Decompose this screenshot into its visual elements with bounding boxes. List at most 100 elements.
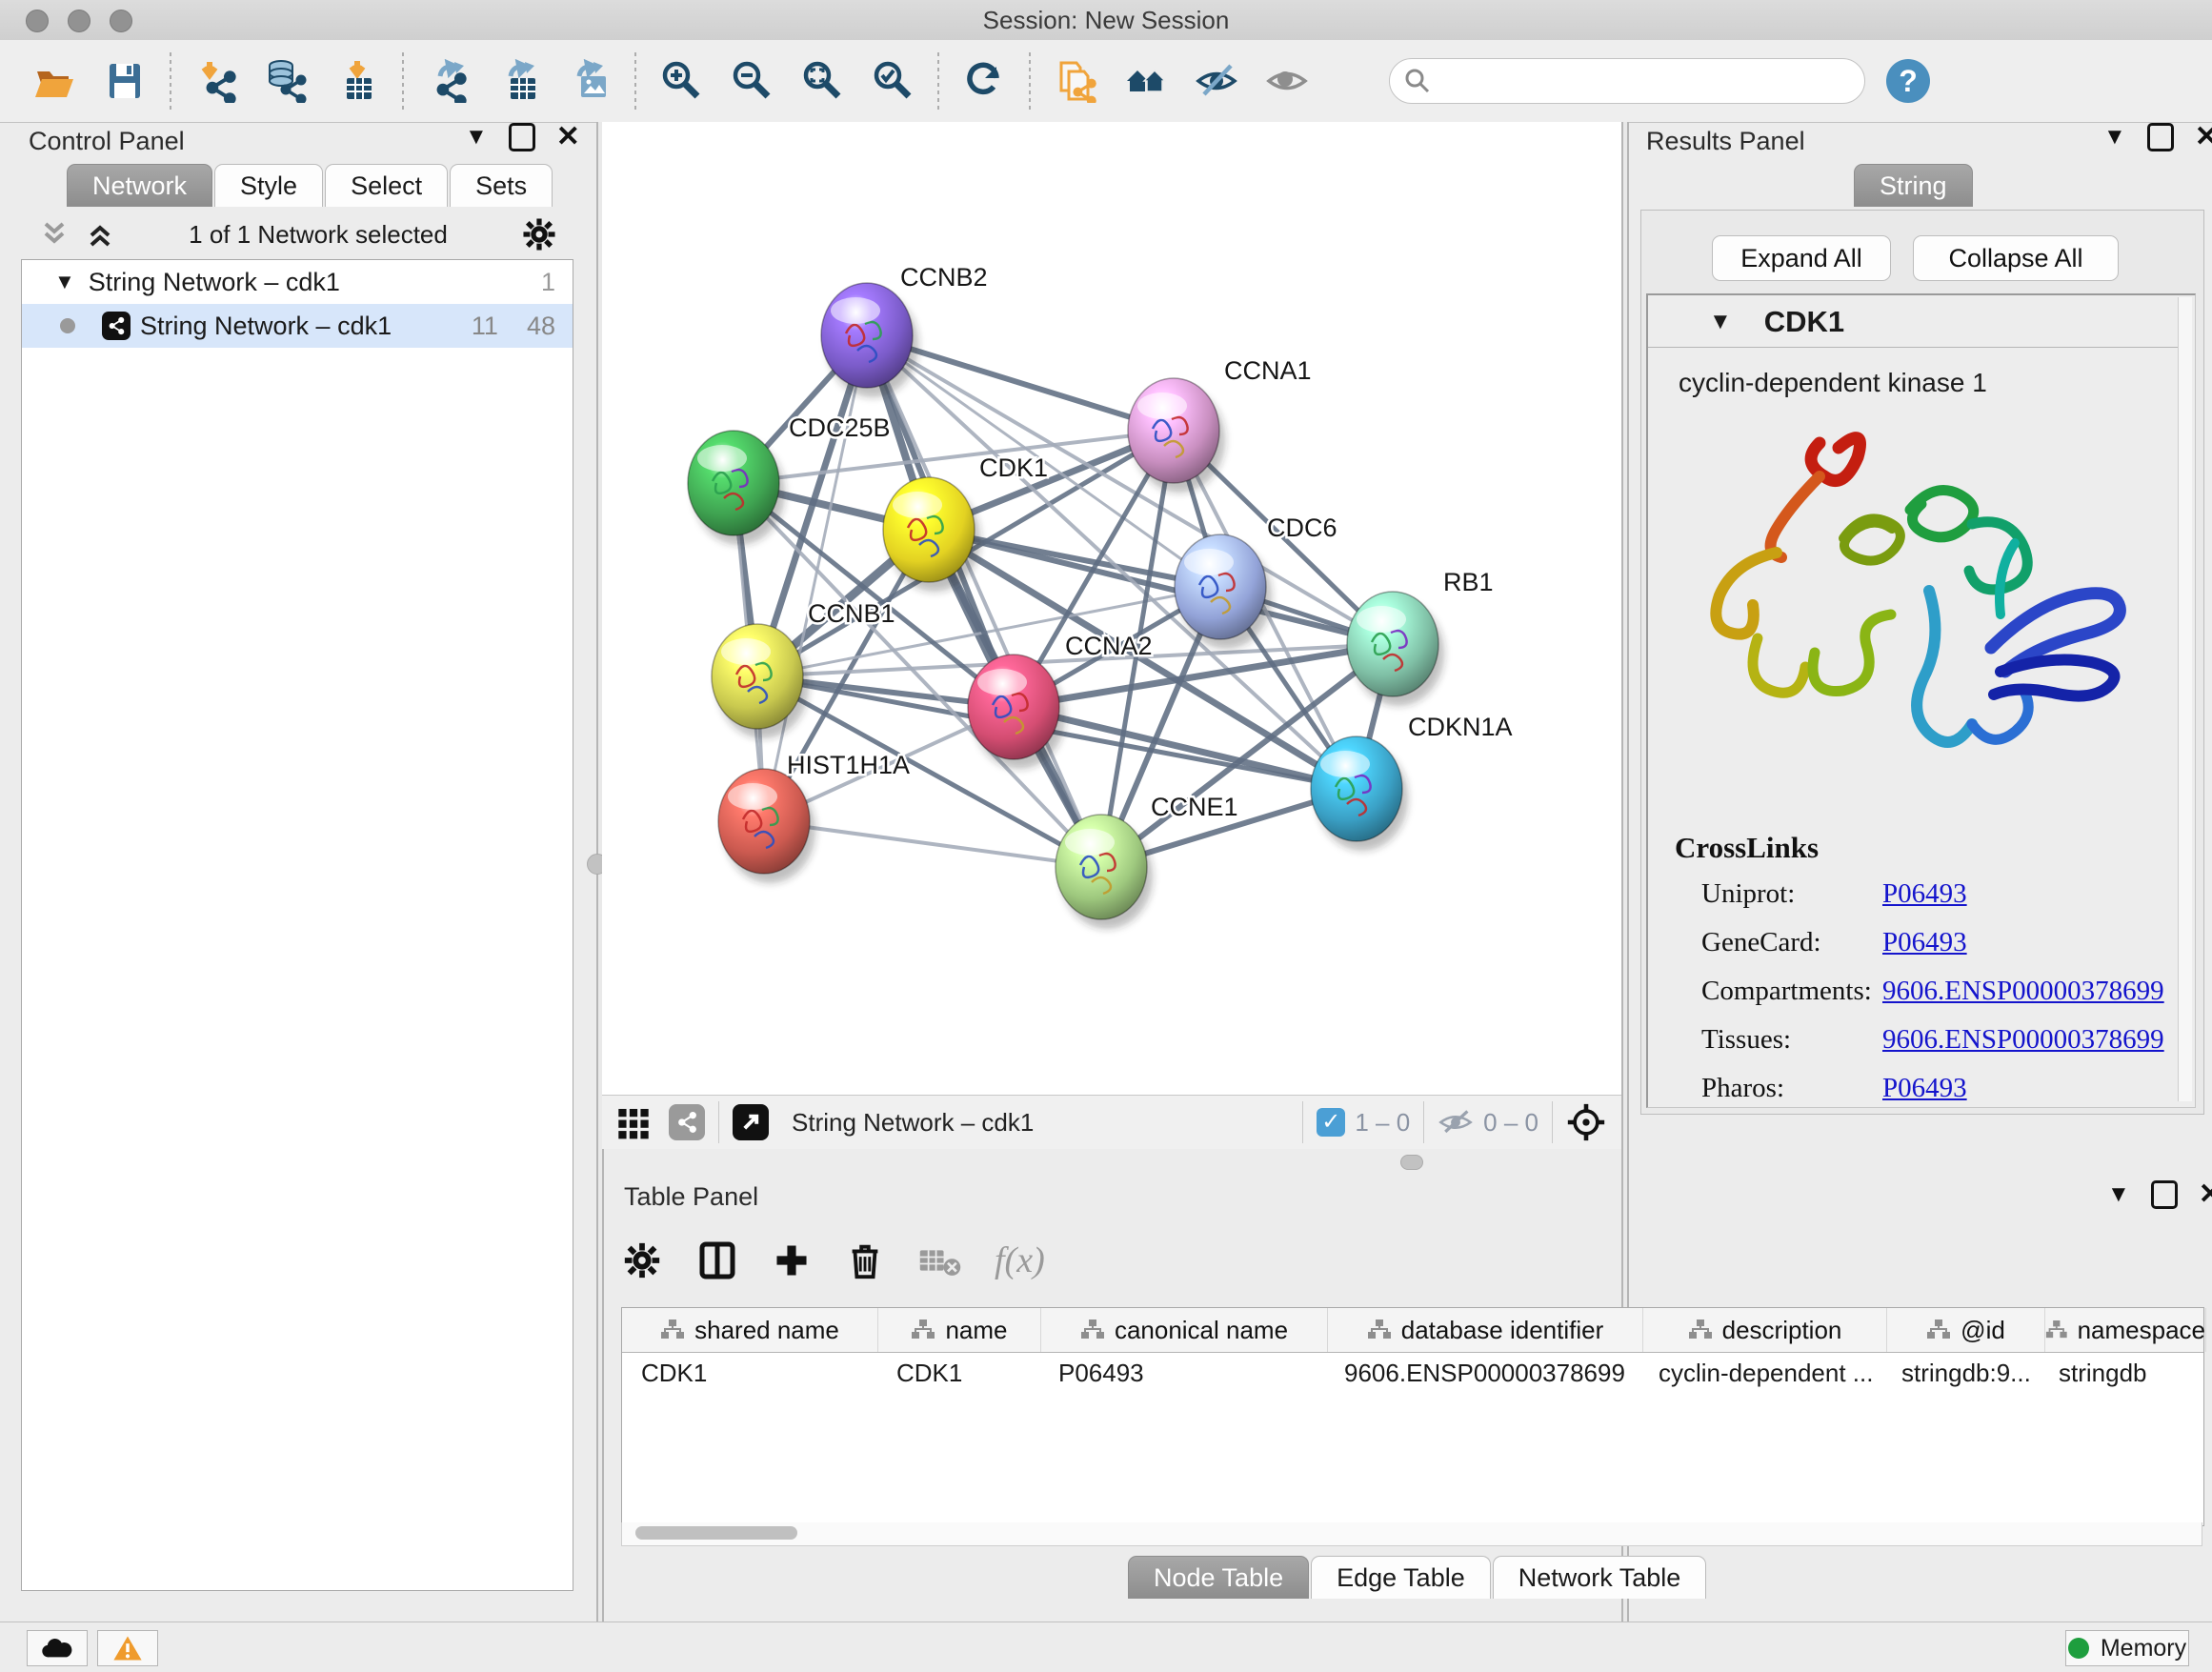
control-panel-tabs: NetworkStyleSelectSets (67, 164, 554, 207)
node-CDC6[interactable]: CDC6 (1175, 514, 1337, 649)
expand-all-button[interactable]: Expand All (1712, 235, 1891, 281)
eye-icon[interactable] (1257, 54, 1317, 108)
homes-icon[interactable] (1116, 54, 1176, 108)
zoom-fit-icon[interactable] (793, 54, 852, 108)
node-label-CCNE1: CCNE1 (1151, 793, 1238, 821)
bottom-splitter-handle[interactable] (1400, 1155, 1423, 1170)
collection-count: 1 (541, 268, 555, 297)
table-header-row: shared namenamecanonical namedatabase id… (622, 1308, 2203, 1353)
zoom-selected-icon[interactable] (863, 54, 922, 108)
network-collection-row[interactable]: ▼ String Network – cdk1 1 (22, 260, 573, 304)
node-table[interactable]: shared namenamecanonical namedatabase id… (621, 1307, 2204, 1526)
crosslink-link[interactable]: 9606.ENSP00000378699 (1882, 976, 2164, 1007)
collapse-all-button[interactable]: Collapse All (1913, 235, 2119, 281)
float-panel-icon[interactable] (509, 123, 535, 151)
network-type-share-icon[interactable] (669, 1104, 705, 1140)
table-cell: P06493 (1039, 1353, 1325, 1393)
crosslink-link[interactable]: P06493 (1882, 927, 1967, 958)
fit-crosshair-icon[interactable] (1566, 1102, 1606, 1142)
show-columns-icon[interactable] (695, 1239, 739, 1282)
open-session-icon[interactable] (25, 54, 84, 108)
table-horizontal-scrollbar[interactable] (621, 1522, 2202, 1546)
protein-header-row[interactable]: ▼ CDK1 (1648, 297, 2178, 348)
zoom-out-icon[interactable] (722, 54, 781, 108)
expand-tree-icon[interactable] (84, 220, 116, 249)
node-CCNB2[interactable]: CCNB2 (821, 263, 988, 397)
table-cell: stringdb (2040, 1353, 2200, 1393)
export-table-icon[interactable] (490, 54, 549, 108)
scrollbar-thumb[interactable] (635, 1526, 797, 1540)
column-header-shared-name[interactable]: shared name (622, 1308, 878, 1352)
node-label-CDKN1A: CDKN1A (1408, 713, 1513, 741)
protein-collapse-icon[interactable]: ▼ (1709, 309, 1732, 335)
export-image-icon[interactable] (560, 54, 619, 108)
tab-network[interactable]: Network (67, 164, 212, 207)
table-menu-icon[interactable]: ▼ (2107, 1181, 2130, 1208)
selected-checkbox[interactable]: ✓ (1317, 1108, 1345, 1137)
column-header-database-identifier[interactable]: database identifier (1328, 1308, 1643, 1352)
node-CDKN1A[interactable]: CDKN1A (1311, 713, 1513, 851)
network-options-gear-icon[interactable] (520, 215, 558, 253)
hidden-eye-icon[interactable] (1438, 1106, 1474, 1138)
node-CCNE1[interactable]: CCNE1 (1056, 793, 1238, 929)
table-row[interactable]: CDK1CDK1P064939606.ENSP00000378699cyclin… (622, 1353, 2203, 1393)
crosslink-link[interactable]: P06493 (1882, 878, 1967, 910)
delete-column-icon[interactable] (844, 1239, 886, 1281)
results-scrollbar[interactable] (2178, 297, 2192, 1101)
eye-slash-icon[interactable] (1187, 54, 1246, 108)
help-icon[interactable]: ? (1886, 59, 1930, 103)
add-column-icon[interactable] (772, 1240, 812, 1280)
tab-style[interactable]: Style (214, 164, 323, 207)
network-row[interactable]: String Network – cdk1 11 48 (22, 304, 573, 348)
column-header-canonical-name[interactable]: canonical name (1041, 1308, 1328, 1352)
column-header-namespace[interactable]: namespace (2045, 1308, 2206, 1352)
search-input[interactable] (1432, 67, 1817, 96)
node-CCNB1[interactable]: CCNB1 (712, 599, 895, 738)
results-float-icon[interactable] (2147, 123, 2174, 151)
clone-network-icon[interactable] (1046, 54, 1105, 108)
search-box[interactable] (1389, 58, 1865, 104)
column-header-id[interactable]: @id (1887, 1308, 2045, 1352)
export-network-icon[interactable] (419, 54, 478, 108)
memory-button[interactable]: Memory (2065, 1630, 2189, 1666)
results-close-icon[interactable]: ✕ (2195, 120, 2212, 153)
import-network-database-icon[interactable] (257, 54, 316, 108)
node-RB1[interactable]: RB1 (1347, 568, 1494, 706)
delete-table-icon[interactable] (918, 1241, 962, 1279)
open-in-window-icon[interactable] (733, 1104, 769, 1140)
birdseye-grid-icon[interactable] (615, 1104, 652, 1140)
edge-CCNA2-CDKN1A[interactable] (1014, 707, 1357, 789)
edge-CDK1-RB1[interactable] (929, 530, 1393, 644)
table-tabs: Node TableEdge TableNetwork Table (1128, 1556, 1708, 1599)
tab-select[interactable]: Select (325, 164, 448, 207)
import-network-icon[interactable] (187, 54, 246, 108)
panel-menu-icon[interactable]: ▼ (465, 124, 488, 151)
collapse-tree-icon[interactable] (38, 220, 70, 249)
edge-CCNB2-CCNE1[interactable] (867, 335, 1101, 867)
results-menu-icon[interactable]: ▼ (2103, 124, 2126, 151)
tab-node-table[interactable]: Node Table (1128, 1556, 1309, 1599)
crosslink-link[interactable]: P06493 (1882, 1073, 1967, 1104)
network-canvas[interactable]: CCNB2 CCNA1 CDC25B CDK1 (602, 122, 1621, 1095)
column-header-name[interactable]: name (878, 1308, 1041, 1352)
tab-edge-table[interactable]: Edge Table (1311, 1556, 1491, 1599)
collection-expand-icon[interactable]: ▼ (54, 270, 75, 294)
cloud-button[interactable] (27, 1630, 88, 1666)
column-header-description[interactable]: description (1643, 1308, 1887, 1352)
table-float-icon[interactable] (2151, 1180, 2178, 1209)
node-HIST1H1A[interactable]: HIST1H1A (718, 751, 910, 883)
import-table-icon[interactable] (328, 54, 387, 108)
table-options-gear-icon[interactable] (621, 1239, 663, 1281)
zoom-in-icon[interactable] (652, 54, 711, 108)
function-builder-icon[interactable]: f(x) (995, 1239, 1045, 1281)
crosslinks-heading: CrossLinks (1675, 831, 2189, 865)
tab-string[interactable]: String (1854, 164, 1973, 207)
save-session-icon[interactable] (95, 54, 154, 108)
refresh-icon[interactable] (955, 54, 1014, 108)
table-close-icon[interactable]: ✕ (2199, 1178, 2212, 1211)
crosslink-link[interactable]: 9606.ENSP00000378699 (1882, 1024, 2164, 1056)
warnings-button[interactable] (97, 1630, 158, 1666)
close-panel-icon[interactable]: ✕ (556, 120, 580, 153)
tab-sets[interactable]: Sets (450, 164, 553, 207)
tab-network-table[interactable]: Network Table (1493, 1556, 1707, 1599)
